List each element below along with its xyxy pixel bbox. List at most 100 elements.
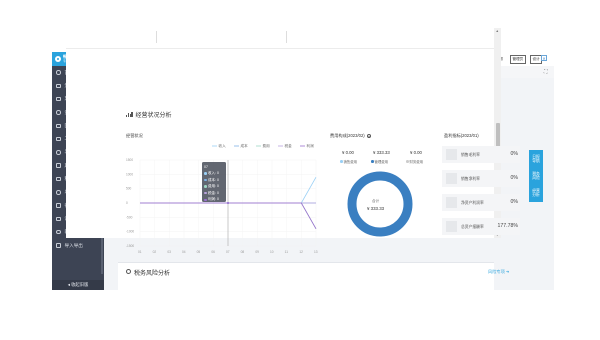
tooltip-row-label: 收入: 0 [208,171,219,176]
tooltip-row-label: 税金: 0 [208,190,219,195]
profit-card: 总资产报酬率 177.78% [442,218,520,235]
expense-legend-label: 管理费用 [374,160,389,164]
admin-button[interactable]: 管理员 [510,55,526,64]
donut-slice-admin[interactable] [347,171,413,237]
scroll-up-icon[interactable]: ▲ [496,29,499,33]
x-tick-label: 08 [241,250,245,254]
profit-card-label: 总资产报酬率 [461,224,484,229]
legend-dot-icon [371,160,374,163]
expense-legend-label: 财务费用 [409,160,424,164]
receipt-icon [56,150,61,155]
invoice-icon [56,96,61,102]
profit-card: 净资产利润率 0% [442,194,520,211]
x-tick-label: 13 [314,250,318,254]
series-point [227,202,229,204]
fullscreen-icon[interactable]: ⛶ [544,69,548,75]
x-tick-label: 05 [197,250,201,254]
expense-donut [347,171,413,237]
y-tick-label: -1500 [126,244,134,248]
x-tick-label: 06 [211,250,215,254]
series-dot-icon [204,191,207,195]
side-tab[interactable]: 日报导航 [531,155,541,163]
tooltip-row: 成本: 0 [204,177,224,184]
close-icon[interactable]: ✕ [541,55,547,62]
x-tick-label: 12 [299,250,303,254]
asset-icon [56,123,61,129]
x-tick-label: 01 [138,250,142,254]
balance-icon [56,163,61,168]
expense-legend-label: 销售费用 [343,160,358,164]
tax-icon [56,176,61,182]
collapse-menu-button[interactable]: ◂ 收起旧版 [52,280,104,290]
profit-card: 销售毛利率 0% [442,146,520,163]
x-tick-label: 02 [153,250,157,254]
legend-label: 成本 [241,143,249,148]
expense-title-text: 费用构成(2023/02) [330,133,365,138]
tooltip-title: 07 [204,164,208,169]
tooltip-row: 利润: 0 [204,196,224,203]
profit-card-label: 销售净利率 [461,176,480,181]
y-tick-label: 1500 [126,158,133,162]
profit-title: 盈利指标(2023/01) [444,133,479,138]
series-dot-icon [204,198,207,202]
y-tick-label: 500 [126,187,132,191]
help-icon[interactable]: ? [366,133,372,139]
sales-expense-value: ¥ 0.00 [342,150,354,155]
expense-legend-item[interactable]: 销售费用 [340,159,357,164]
sidebar-item-label: 导入导出 [64,242,83,248]
tooltip-row: 收入: 0 [204,170,224,177]
legend-label: 收入 [219,143,227,148]
tooltip-row-label: 费用: 0 [208,184,219,189]
x-tick-label: 09 [255,250,259,254]
donut-label: 合计 [372,199,380,203]
chart-tooltip: 07 收入: 0 成本: 0 费用: 0 税金: 0 利润: 0 [202,162,226,202]
import-icon [56,243,61,248]
fund-icon [56,110,61,115]
legend-label: 利润 [307,143,315,148]
voucher-icon [56,83,61,89]
profit-card: 销售净利率 0% [442,170,520,187]
series-dot-icon [204,185,207,188]
sidebar-item[interactable]: 导入导出 [52,239,104,252]
legend-label: 税金 [285,143,293,148]
settings-icon [56,216,61,222]
x-tick-label: 07 [226,250,230,254]
side-tab[interactable]: 经营分析 [531,189,541,197]
y-tick-label: -1000 [126,230,134,234]
bar-chart-icon [126,112,133,117]
x-tick-label: 03 [167,250,171,254]
indicator-icon [446,173,457,184]
tooltip-row-label: 成本: 0 [208,177,219,182]
profit-card-value: 0% [510,199,519,205]
ledger-icon [56,190,61,195]
guide-icon [56,229,61,235]
tax-risk-title: 税务风险分析 [134,271,171,277]
side-float-tabs: 日报导航税务风险经营分析 [529,150,543,202]
tooltip-row-label: 利润: 0 [208,197,219,202]
tax-risk-card: 税务风险分析 风险专项 ➜ [118,262,509,291]
profit-card-label: 净资产利润率 [461,200,484,205]
profit-card-label: 销售毛利率 [461,152,480,157]
admin-expense-value: ¥ 333.33 [373,150,390,155]
finance-expense-value: ¥ 0.00 [410,150,422,155]
profit-card-value: 177.78% [497,223,518,229]
previous-section [66,28,494,49]
risk-icon [126,269,131,274]
donut-value: ¥ 333.33 [367,206,385,211]
expense-title: 费用构成(2023/02) ? [330,133,372,139]
indicator-icon [446,197,457,208]
expense-legend-item[interactable]: 管理费用 [371,159,388,164]
logo-icon [55,56,61,62]
y-tick-label: 1000 [126,172,133,176]
y-tick-label: -500 [126,215,133,219]
x-tick-label: 10 [270,250,274,254]
risk-special-link[interactable]: 风险专项 ➜ [488,269,509,275]
indicator-icon [446,149,457,160]
side-tab[interactable]: 税务风险 [531,172,541,180]
expense-legend-item[interactable]: 财务费用 [406,159,423,164]
section-title: 经营状况分析 [126,110,172,119]
indicator-icon [446,221,457,232]
series-dot-icon [204,178,207,182]
legend-label: 费用 [263,143,271,148]
profit-card-value: 0% [510,151,519,157]
